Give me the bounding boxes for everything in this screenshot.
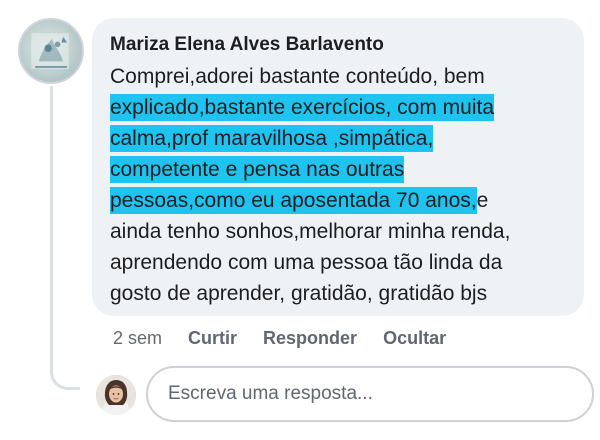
thread-connector bbox=[50, 86, 80, 390]
reply-input-container[interactable] bbox=[146, 366, 594, 422]
avatar-image bbox=[31, 33, 69, 69]
comment-line: Comprei,adorei bastante conteúdo, bem bbox=[110, 65, 485, 88]
current-user-avatar[interactable] bbox=[96, 375, 136, 415]
commenter-avatar[interactable] bbox=[18, 18, 84, 84]
like-button[interactable]: Curtir bbox=[188, 328, 237, 349]
comment-line: ainda tenho sonhos,melhorar minha renda, bbox=[110, 220, 511, 243]
comment-line: aprendendo com uma pessoa tão linda da bbox=[110, 251, 503, 274]
reply-input[interactable] bbox=[166, 382, 592, 406]
comment-author[interactable]: Mariza Elena Alves Barlavento bbox=[110, 33, 568, 57]
comment-line: gosto de aprender, gratidão, gratidão bj… bbox=[110, 282, 488, 305]
comment-actions: 2 sem Curtir Responder Ocultar bbox=[113, 326, 472, 350]
reply-button[interactable]: Responder bbox=[263, 328, 357, 349]
comment-line: explicado,bastante exercícios, com muita bbox=[110, 94, 495, 121]
comment-text: Comprei,adorei bastante conteúdo, bem ex… bbox=[110, 61, 568, 309]
comment-bubble: Mariza Elena Alves Barlavento Comprei,ad… bbox=[92, 18, 584, 316]
comment-timestamp[interactable]: 2 sem bbox=[113, 328, 162, 349]
hide-button[interactable]: Ocultar bbox=[383, 328, 446, 349]
comment-line: competente e pensa nas outras bbox=[110, 156, 405, 183]
comment-line: pessoas,como eu aposentada 70 anos,e bbox=[110, 187, 489, 214]
user-avatar-image bbox=[96, 375, 136, 415]
comment-line: calma,prof maravilhosa ,simpática, bbox=[110, 125, 434, 152]
